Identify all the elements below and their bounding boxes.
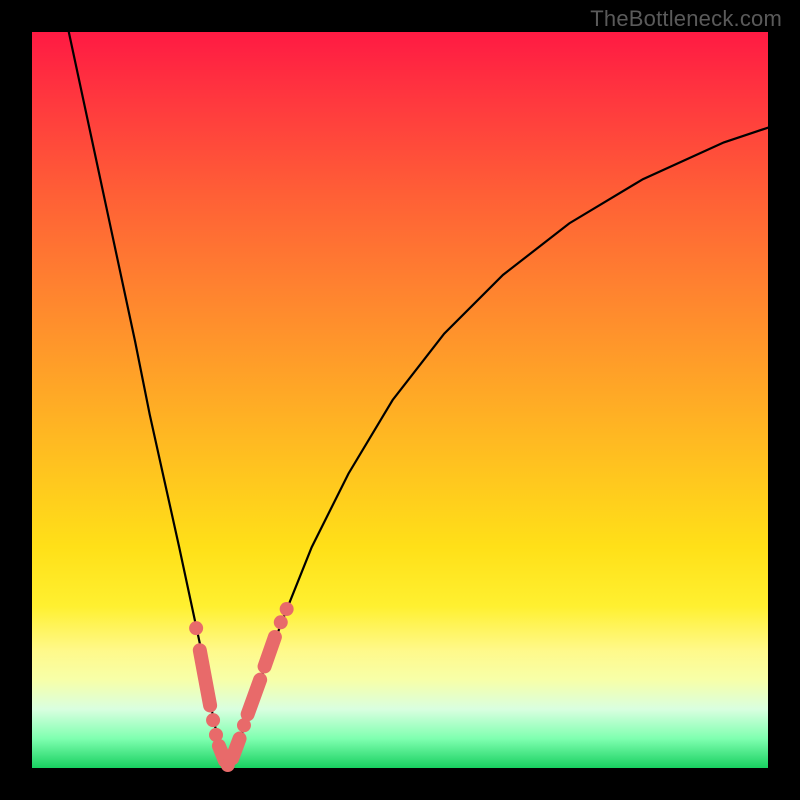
marker-dot (274, 615, 288, 629)
marker-segment (200, 650, 210, 705)
plot-area (32, 32, 768, 768)
chart-stage: TheBottleneck.com (0, 0, 800, 800)
marker-segment (219, 746, 225, 761)
watermark-text: TheBottleneck.com (590, 6, 782, 32)
marker-dot (206, 713, 220, 727)
curve-layer (32, 32, 768, 768)
marker-dot (189, 621, 203, 635)
marker-segment (265, 637, 275, 666)
curve-right-branch (227, 128, 768, 766)
marker-segment (248, 680, 261, 715)
marker-segment (232, 739, 239, 759)
marker-dot (280, 602, 294, 616)
